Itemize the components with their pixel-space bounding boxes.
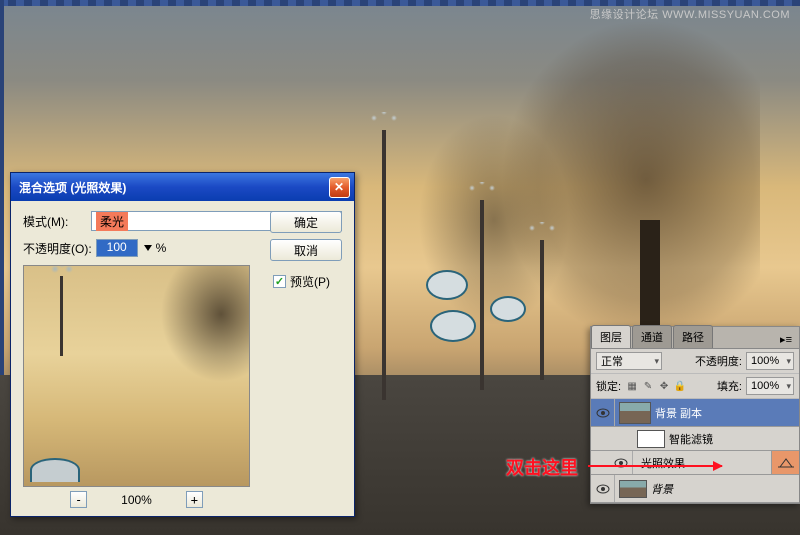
lock-all-icon[interactable]: 🔒 <box>673 379 687 393</box>
blending-options-dialog: 混合选项 (光照效果) ✕ 模式(M): 柔光 不透明度(O): 100 % -… <box>10 172 355 517</box>
visibility-toggle[interactable] <box>591 475 615 502</box>
close-icon: ✕ <box>330 180 349 194</box>
layer-list: 背景 副本 智能滤镜 光照效果 背景 <box>591 399 799 503</box>
photo-sign <box>430 310 476 342</box>
layer-row[interactable]: 光照效果 <box>591 451 799 475</box>
layer-thumbnail <box>619 480 647 498</box>
preview-thumbnail <box>23 265 250 487</box>
panel-opacity-input[interactable]: 100% <box>746 352 794 370</box>
mode-value: 柔光 <box>96 212 128 231</box>
visibility-toggle[interactable] <box>609 451 633 474</box>
panel-tabs: 图层 通道 路径 ▸≡ <box>591 327 799 349</box>
panel-opacity-label: 不透明度: <box>695 353 742 369</box>
filter-blending-icon[interactable] <box>771 451 799 474</box>
tab-layers[interactable]: 图层 <box>591 325 631 348</box>
preview-checkbox-label: 预览(P) <box>290 273 330 290</box>
dropdown-icon[interactable] <box>144 245 152 251</box>
layer-row[interactable]: 背景 副本 <box>591 399 799 427</box>
layer-name: 光照效果 <box>633 455 771 471</box>
zoom-in-button[interactable]: + <box>186 491 203 508</box>
annotation-text: 双击这里 <box>506 454 578 480</box>
fill-input[interactable]: 100% <box>746 377 794 395</box>
opacity-suffix: % <box>156 241 167 255</box>
fill-label: 填充: <box>717 378 742 394</box>
dialog-title: 混合选项 (光照效果) <box>15 179 329 196</box>
preview-checkbox[interactable]: ✓ <box>273 275 286 288</box>
photo-lamp <box>382 130 386 400</box>
tab-channels[interactable]: 通道 <box>632 325 672 348</box>
lock-pixels-icon[interactable]: ✎ <box>641 379 655 393</box>
close-button[interactable]: ✕ <box>329 177 350 198</box>
lock-label: 锁定: <box>596 378 621 394</box>
preview-lamp <box>60 276 63 356</box>
lock-position-icon[interactable]: ✥ <box>657 379 671 393</box>
tab-paths[interactable]: 路径 <box>673 325 713 348</box>
layers-panel: 图层 通道 路径 ▸≡ 正常 不透明度: 100% 锁定: ▦ ✎ ✥ 🔒 填充… <box>590 326 800 504</box>
preview-branches <box>109 266 249 426</box>
blend-mode-combobox[interactable]: 正常 <box>596 352 662 370</box>
photo-sign <box>490 296 526 322</box>
photo-sign <box>426 270 468 300</box>
opacity-input[interactable]: 100 <box>96 239 138 257</box>
visibility-toggle[interactable] <box>591 399 615 426</box>
layer-row[interactable]: 背景 <box>591 475 799 503</box>
photo-lamp <box>480 200 484 390</box>
panel-menu-button[interactable]: ▸≡ <box>774 331 798 348</box>
dialog-titlebar[interactable]: 混合选项 (光照效果) ✕ <box>11 173 354 201</box>
visibility-spacer <box>609 427 633 450</box>
annotation-arrow <box>588 465 722 467</box>
layer-thumbnail <box>619 402 651 424</box>
zoom-value: 100% <box>121 493 152 507</box>
layer-row[interactable]: 智能滤镜 <box>591 427 799 451</box>
lock-transparency-icon[interactable]: ▦ <box>625 379 639 393</box>
mode-label: 模式(M): <box>23 213 87 230</box>
preview-sign <box>30 458 80 482</box>
layer-name: 背景 <box>651 481 799 497</box>
ok-button[interactable]: 确定 <box>270 211 342 233</box>
opacity-label: 不透明度(O): <box>23 240 92 257</box>
layer-name: 智能滤镜 <box>669 431 799 447</box>
cancel-button[interactable]: 取消 <box>270 239 342 261</box>
watermark-text: 思缘设计论坛 WWW.MISSYUAN.COM <box>590 6 790 22</box>
zoom-out-button[interactable]: - <box>70 491 87 508</box>
photo-lamp <box>540 240 544 380</box>
filter-mask-thumbnail <box>637 430 665 448</box>
layer-name: 背景 副本 <box>655 405 799 421</box>
